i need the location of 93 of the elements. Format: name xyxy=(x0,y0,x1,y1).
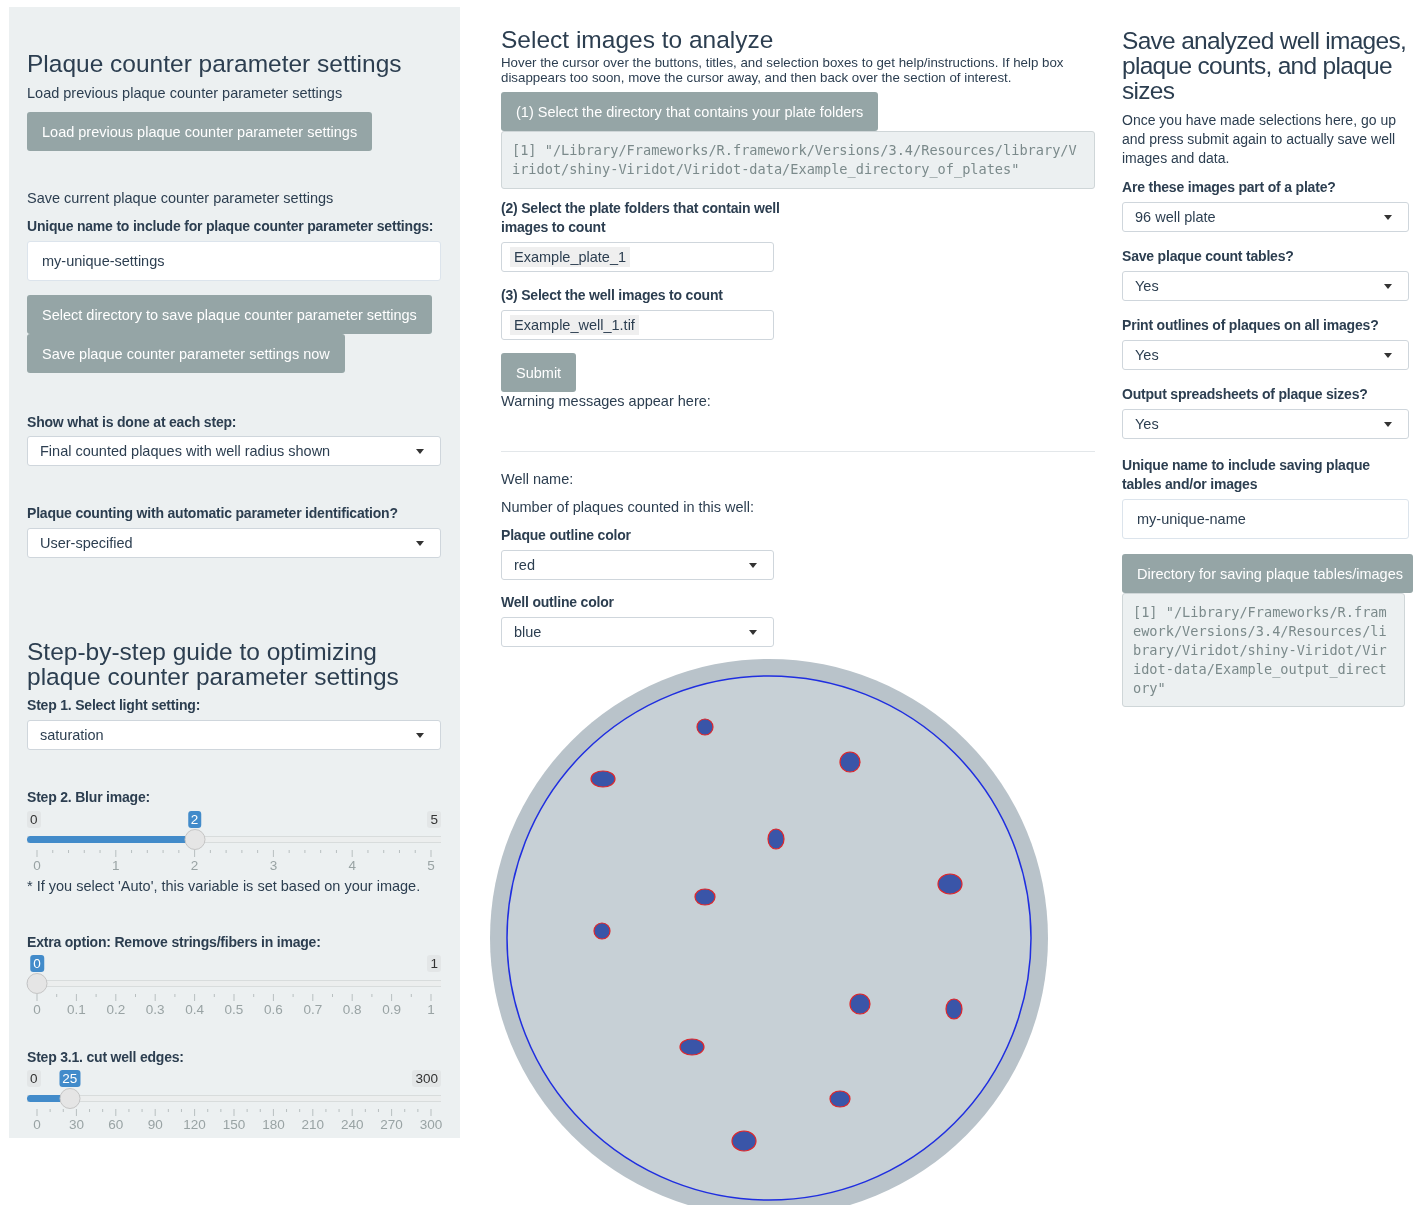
tick-label: 90 xyxy=(147,1117,163,1132)
field-label: Well outline color xyxy=(501,593,615,612)
dropdown[interactable]: 96 well plate xyxy=(1122,202,1409,232)
field-label: (2) Select the plate folders that contain well images to count xyxy=(501,199,781,237)
tick-label: 0 xyxy=(33,1117,41,1132)
tick-label: 270 xyxy=(380,1117,403,1132)
field-label: Print outlines of plaques on all images? xyxy=(1122,316,1380,335)
tick-label: 2 xyxy=(190,858,199,873)
select-field[interactable]: Example_plate_1 xyxy=(501,242,774,272)
field-label: Unique name to include saving plaque tables and/or images xyxy=(1122,456,1371,494)
dropdown[interactable]: Yes xyxy=(1122,340,1409,370)
tick-label: 210 xyxy=(301,1117,325,1132)
caret-icon xyxy=(1384,352,1392,358)
value-label: 2 xyxy=(187,811,202,828)
field-label: Plaque outline color xyxy=(501,526,632,545)
field-label: Show what is done at each step: xyxy=(27,413,238,432)
caret-icon xyxy=(749,629,757,635)
slider-thumb[interactable] xyxy=(184,829,206,850)
body-text: Well name: xyxy=(501,470,575,489)
tick-label: 5 xyxy=(427,858,435,873)
field-label: Plaque counting with automatic parameter identification? xyxy=(27,504,399,523)
body-text: Save current plaque counter parameter settings xyxy=(27,189,335,208)
slider-thumb[interactable] xyxy=(26,973,48,994)
value-label: 25 xyxy=(59,1070,81,1087)
dropdown[interactable]: blue xyxy=(501,617,774,647)
max-label: 300 xyxy=(412,1070,441,1087)
field-label: Step 3.1. cut well edges: xyxy=(27,1048,185,1067)
selected-item[interactable]: Example_well_1.tif xyxy=(510,315,639,335)
body-text: * If you select 'Auto', this variable is set based on your image. xyxy=(27,877,422,896)
caret-icon xyxy=(416,448,424,454)
section-heading: Plaque counter parameter settings xyxy=(27,51,403,76)
field-label: Extra option: Remove strings/fibers in image: xyxy=(27,933,322,952)
text-field[interactable]: my-unique-settings xyxy=(27,241,441,281)
select-field[interactable]: Example_well_1.tif xyxy=(501,310,774,340)
min-label: 0 xyxy=(27,1070,41,1087)
caret-icon xyxy=(1384,214,1392,220)
dropdown[interactable]: Yes xyxy=(1122,271,1409,301)
tick-label: 0.9 xyxy=(382,1002,401,1017)
dropdown[interactable]: saturation xyxy=(27,720,441,750)
dropdown[interactable]: Final counted plaques with well radius shown xyxy=(27,436,441,466)
caret-icon xyxy=(1384,283,1392,289)
tick-label: 0.7 xyxy=(303,1002,323,1017)
tick-label: 240 xyxy=(340,1117,364,1132)
body-text: Hover the cursor over the buttons, titles, and selection boxes to get help/instructions. If help box disappears too soon, move the cursor away, and then back over the section of interest. xyxy=(501,56,1065,85)
path-output: [1] "/Library/Frameworks/R.framework/Versions/3.4/Resources/library/Viridot/shiny-Viridot/Viridot-data/Example_directory_of_plates" xyxy=(501,131,1095,189)
tick-label: 0.3 xyxy=(145,1002,165,1017)
tick-label: 1 xyxy=(112,858,120,873)
field-label: Step 1. Select light setting: xyxy=(27,696,202,715)
selected-item[interactable]: Example_plate_1 xyxy=(510,247,631,267)
value-label: 0 xyxy=(30,955,44,972)
tick-label: 0.6 xyxy=(264,1002,283,1017)
field-label: Output spreadsheets of plaque sizes? xyxy=(1122,385,1369,404)
field-label: Save plaque count tables? xyxy=(1122,247,1295,266)
field-label: Unique name to include for plaque counter parameter settings: xyxy=(27,217,435,236)
max-label: 1 xyxy=(427,955,441,972)
field-label: Are these images part of a plate? xyxy=(1122,178,1337,197)
tick-label: 1 xyxy=(427,1002,435,1017)
caret-icon xyxy=(416,732,424,738)
caret-icon xyxy=(749,562,757,568)
tick-label: 180 xyxy=(262,1117,285,1132)
caret-icon xyxy=(416,540,424,546)
tick-label: 120 xyxy=(183,1117,206,1132)
tick-label: 60 xyxy=(108,1117,124,1132)
tick-label: 30 xyxy=(68,1117,84,1132)
tick-label: 0.1 xyxy=(67,1002,86,1017)
tick-label: 0 xyxy=(33,1002,41,1017)
max-label: 5 xyxy=(427,811,441,828)
tick-label: 0 xyxy=(33,858,41,873)
tick-label: 4 xyxy=(348,858,356,873)
field-label: Step 2. Blur image: xyxy=(27,788,151,807)
tick-label: 3 xyxy=(269,858,278,873)
path-output: [1] "/Library/Frameworks/R.framework/Versions/3.4/Resources/library/Viridot/shiny-Viridot/Viridot-data/Example_output_directory" xyxy=(1122,593,1405,707)
section-heading: Step-by-step guide to optimizing plaque counter parameter settings xyxy=(27,639,400,689)
tick-label: 0.2 xyxy=(106,1002,126,1017)
body-text: Load previous plaque counter parameter settings xyxy=(27,84,344,103)
min-label: 0 xyxy=(27,811,41,828)
dropdown[interactable]: red xyxy=(501,550,774,580)
dropdown[interactable]: User-specified xyxy=(27,528,441,558)
field-label: (3) Select the well images to count xyxy=(501,286,724,305)
body-text: Warning messages appear here: xyxy=(501,392,712,411)
tick-label: 0.5 xyxy=(224,1002,244,1017)
body-text: Number of plaques counted in this well: xyxy=(501,498,756,517)
section-heading: Select images to analyze xyxy=(501,27,775,52)
tick-label: 300 xyxy=(419,1117,443,1132)
tick-label: 0.4 xyxy=(185,1002,204,1017)
tick-label: 0.8 xyxy=(342,1002,362,1017)
dropdown[interactable]: Yes xyxy=(1122,409,1409,439)
slider-thumb[interactable] xyxy=(59,1088,81,1109)
text-field[interactable]: my-unique-name xyxy=(1122,499,1409,539)
body-text: Once you have made selections here, go up and press submit again to actually save well images and data. xyxy=(1122,111,1397,168)
caret-icon xyxy=(1384,421,1392,427)
section-heading: Save analyzed well images, plaque counts, and plaque sizes xyxy=(1122,28,1408,103)
tick-label: 150 xyxy=(222,1117,246,1132)
